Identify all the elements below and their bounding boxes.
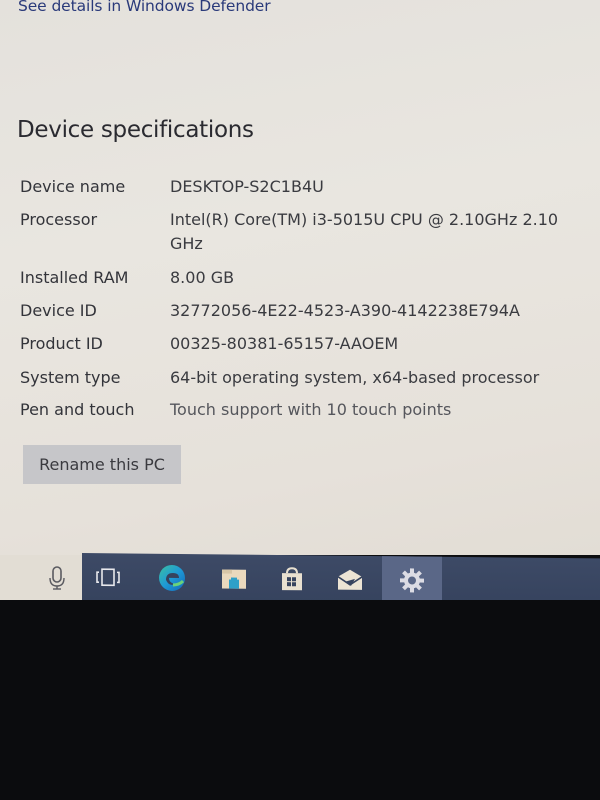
store-button[interactable] <box>266 555 318 603</box>
mail-button[interactable] <box>324 556 376 604</box>
edge-button[interactable] <box>146 554 198 602</box>
settings-gear-icon <box>400 567 424 592</box>
screen-bezel <box>0 600 600 800</box>
mail-icon <box>337 569 363 590</box>
spec-label: Device name <box>20 177 126 196</box>
spec-label: System type <box>20 368 121 387</box>
edge-icon <box>159 564 185 591</box>
spec-value: 00325-80381-65157-AAOEM <box>170 334 399 353</box>
file-explorer-button[interactable] <box>208 554 260 602</box>
settings-window: See details in Windows Defender Device s… <box>0 0 600 555</box>
taskbar <box>82 553 600 606</box>
taskbar-cortana-area[interactable] <box>0 555 82 600</box>
spec-label: Pen and touch <box>20 400 135 419</box>
spec-value: Touch support with 10 touch points <box>170 400 452 419</box>
rename-pc-button[interactable]: Rename this PC <box>23 445 181 484</box>
spec-value: DESKTOP-S2C1B4U <box>170 177 324 196</box>
windows-defender-link[interactable]: See details in Windows Defender <box>18 0 271 15</box>
file-explorer-icon <box>222 568 246 589</box>
spec-value: 32772056-4E22-4523-A390-4142238E794A <box>170 301 520 320</box>
section-title: Device specifications <box>17 117 254 143</box>
task-view-icon <box>96 567 120 586</box>
spec-label: Device ID <box>20 301 97 320</box>
microphone-icon[interactable] <box>48 565 66 591</box>
spec-label: Installed RAM <box>20 268 129 287</box>
settings-button[interactable] <box>382 556 442 604</box>
spec-value: 8.00 GB <box>170 268 235 287</box>
spec-label: Product ID <box>20 334 103 353</box>
spec-value: 64-bit operating system, x64-based proce… <box>170 368 540 387</box>
store-icon <box>282 566 302 590</box>
spec-label: Processor <box>20 210 98 229</box>
task-view-button[interactable] <box>82 553 134 601</box>
spec-value: Intel(R) Core(TM) i3-5015U CPU @ 2.10GHz… <box>170 210 559 253</box>
